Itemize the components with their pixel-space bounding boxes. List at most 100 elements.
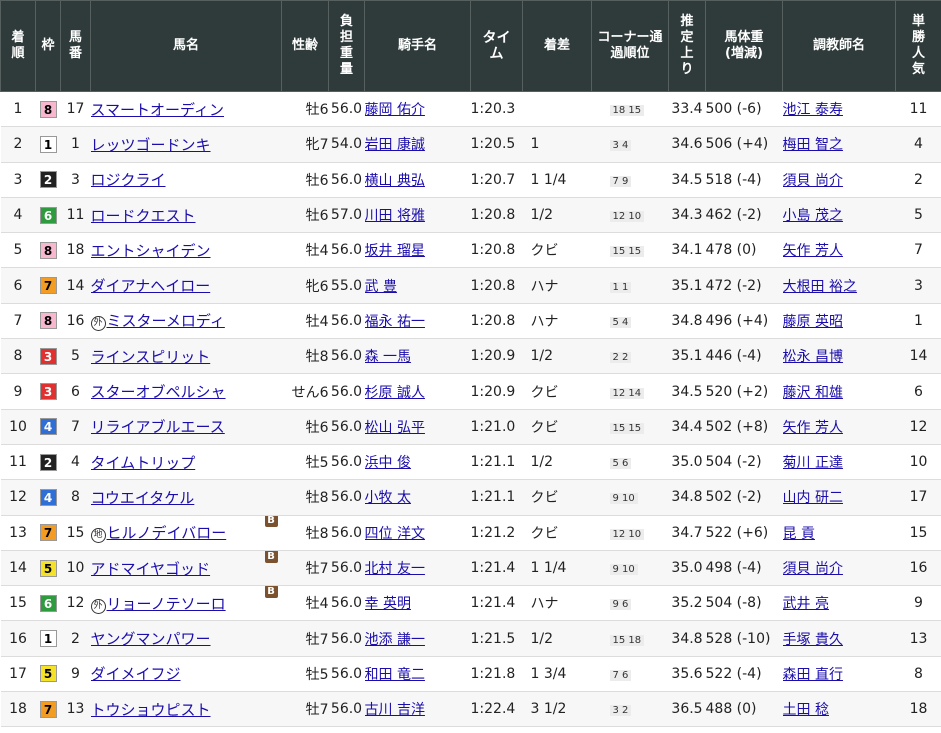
trainer-link[interactable]: 小島 茂之 <box>783 208 843 224</box>
horse-link[interactable]: コウエイタケル <box>91 489 195 507</box>
horse-link[interactable]: トウショウピスト <box>91 701 211 719</box>
weight-cell: 55.0 <box>328 267 365 304</box>
horse-cell: スマートオーディン <box>90 91 282 128</box>
horse-link[interactable]: リョーノテソーロ <box>107 595 226 613</box>
horse-link[interactable]: スマートオーディン <box>91 101 225 119</box>
corner-cell: 7 9 <box>591 162 669 198</box>
finish-cell: 2 <box>0 126 36 163</box>
blinker-icon: B <box>264 585 278 598</box>
horse-link[interactable]: レッツゴードンキ <box>91 136 211 154</box>
trainer-link[interactable]: 土田 稔 <box>783 702 829 718</box>
corner-positions: 2 2 <box>609 352 632 364</box>
margin-cell: 1 <box>522 126 592 163</box>
popularity-cell: 15 <box>895 515 941 551</box>
trainer-cell: 大根田 裕之 <box>782 267 896 304</box>
body-weight-cell: 488 (0) <box>705 691 783 728</box>
trainer-cell: 藤沢 和雄 <box>782 373 896 410</box>
sexage-cell: 牡7 <box>281 691 329 728</box>
trainer-link[interactable]: 藤原 英昭 <box>783 314 843 330</box>
race-results-table: 着順 枠 馬番 馬名 性齢 負担重量 騎手名 タイム 着差 コーナー通過順位 推… <box>0 0 941 728</box>
horse-link[interactable]: ダイメイフジ <box>91 665 181 683</box>
jockey-link[interactable]: 杉原 誠人 <box>365 385 425 401</box>
popularity-cell: 1 <box>895 303 941 340</box>
popularity-cell: 10 <box>895 444 941 481</box>
jockey-link[interactable]: 池添 謙一 <box>365 632 425 648</box>
jockey-link[interactable]: 浜中 俊 <box>365 455 411 471</box>
trainer-link[interactable]: 梅田 智之 <box>783 137 843 153</box>
corner-cell: 12 10 <box>591 515 669 551</box>
jockey-link[interactable]: 藤岡 佑介 <box>365 102 425 118</box>
jockey-cell: 坂井 瑠星 <box>364 232 471 269</box>
weight-cell: 57.0 <box>328 197 365 234</box>
jockey-link[interactable]: 北村 友一 <box>365 561 425 577</box>
jockey-link[interactable]: 幸 英明 <box>365 596 411 612</box>
trainer-link[interactable]: 松永 昌博 <box>783 349 843 365</box>
jockey-cell: 武 豊 <box>364 267 471 304</box>
weight-cell: 56.0 <box>328 373 365 410</box>
horse-link[interactable]: タイムトリップ <box>91 454 196 472</box>
horse-link[interactable]: ラインスピリット <box>91 348 211 366</box>
jockey-link[interactable]: 福永 祐一 <box>365 314 425 330</box>
trainer-link[interactable]: 武井 亮 <box>783 596 829 612</box>
margin-cell: 1 3/4 <box>522 656 592 693</box>
jockey-link[interactable]: 森 一馬 <box>365 349 411 365</box>
jockey-link[interactable]: 和田 竜二 <box>365 667 425 683</box>
trainer-link[interactable]: 菊川 正達 <box>783 455 843 471</box>
table-row: 3 2 3 ロジクライ 牡6 56.0 横山 典弘 1:20.7 1 1/4 7 9 34.5 518… <box>0 162 941 198</box>
margin-cell: クビ <box>522 232 592 269</box>
sexage-cell: 牡7 <box>281 620 329 657</box>
trainer-link[interactable]: 藤沢 和雄 <box>783 385 843 401</box>
trainer-link[interactable]: 矢作 芳人 <box>783 243 843 259</box>
last3f-cell: 34.8 <box>668 479 706 516</box>
trainer-link[interactable]: 池江 泰寿 <box>783 102 843 118</box>
sexage-cell: 牡4 <box>281 585 329 622</box>
jockey-link[interactable]: 川田 将雅 <box>365 208 425 224</box>
jockey-link[interactable]: 古川 吉洋 <box>365 702 425 718</box>
horse-link[interactable]: アドマイヤゴッド <box>91 560 211 578</box>
horse-link[interactable]: ミスターメロディ <box>107 312 225 330</box>
header-umaban: 馬番 <box>60 0 91 92</box>
trainer-link[interactable]: 大根田 裕之 <box>783 279 857 295</box>
waku-cell: 6 <box>35 197 61 234</box>
horse-link[interactable]: ヤングマンパワー <box>91 630 211 648</box>
corner-positions: 5 6 <box>609 458 632 470</box>
horse-link[interactable]: エントシャイデン <box>91 242 211 260</box>
waku-badge: 3 <box>39 347 57 365</box>
jockey-cell: 古川 吉洋 <box>364 691 471 728</box>
horse-link[interactable]: ロードクエスト <box>91 207 196 225</box>
table-row: 5 8 18 エントシャイデン 牡4 56.0 坂井 瑠星 1:20.8 クビ 15 15 34.1… <box>0 232 941 269</box>
last3f-cell: 35.1 <box>668 338 706 375</box>
jockey-link[interactable]: 武 豊 <box>365 279 397 295</box>
trainer-cell: 昆 貢 <box>782 515 896 551</box>
horse-link[interactable]: ヒルノデイバロー <box>107 524 227 542</box>
sexage-cell: 牡6 <box>281 91 329 128</box>
popularity-cell: 13 <box>895 620 941 657</box>
corner-positions: 15 18 <box>609 634 645 646</box>
horse-cell: タイムトリップ <box>90 444 282 481</box>
jockey-link[interactable]: 坂井 瑠星 <box>365 243 425 259</box>
horse-cell: スターオブペルシャ <box>90 373 282 410</box>
horse-link[interactable]: スターオブペルシャ <box>91 383 226 401</box>
horse-link[interactable]: ロジクライ <box>91 171 166 189</box>
jockey-link[interactable]: 四位 洋文 <box>365 526 425 542</box>
trainer-link[interactable]: 山内 研二 <box>783 490 843 506</box>
weight-cell: 56.0 <box>328 479 365 516</box>
table-row: 13 7 15 地ヒルノデイバロー B 牡8 56.0 四位 洋文 1:21.2 クビ 12 10 3… <box>0 515 941 551</box>
trainer-link[interactable]: 森田 直行 <box>783 667 843 683</box>
waku-badge: 5 <box>39 559 57 577</box>
jockey-link[interactable]: 岩田 康誠 <box>365 137 425 153</box>
horse-link[interactable]: ダイアナヘイロー <box>91 277 211 295</box>
trainer-link[interactable]: 昆 貢 <box>783 526 815 542</box>
horse-link[interactable]: リライアブルエース <box>91 418 225 436</box>
trainer-link[interactable]: 手塚 貴久 <box>783 632 843 648</box>
jockey-link[interactable]: 松山 弘平 <box>365 420 425 436</box>
time-cell: 1:20.8 <box>470 197 523 234</box>
corner-cell: 3 2 <box>591 691 669 728</box>
jockey-link[interactable]: 横山 典弘 <box>365 173 425 189</box>
trainer-link[interactable]: 矢作 芳人 <box>783 420 843 436</box>
trainer-link[interactable]: 須貝 尚介 <box>783 173 843 189</box>
trainer-link[interactable]: 須貝 尚介 <box>783 561 843 577</box>
jockey-link[interactable]: 小牧 太 <box>365 490 411 506</box>
last3f-cell: 34.3 <box>668 197 706 234</box>
finish-cell: 13 <box>0 515 36 551</box>
